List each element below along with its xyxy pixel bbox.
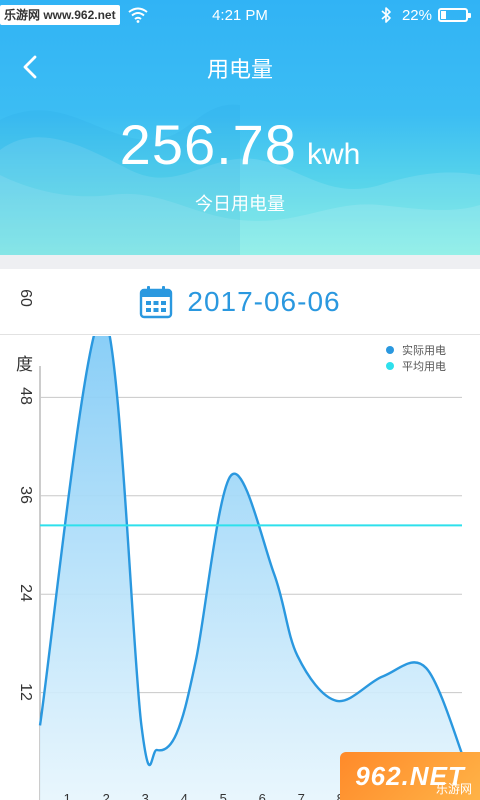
x-tick-label: 2 <box>102 791 110 800</box>
battery-percent: 22% <box>401 6 432 24</box>
usage-value: 256.78 <box>119 113 297 176</box>
y-tick-label: 12 <box>17 682 34 701</box>
date-selector[interactable]: 2017-06-06 <box>0 269 480 335</box>
legend-label-average: 平均用电 <box>402 361 446 373</box>
legend-marker-actual <box>386 346 394 354</box>
calendar-icon <box>140 285 173 318</box>
y-axis-unit: 度 <box>16 355 33 374</box>
page-title: 用电量 <box>206 57 273 82</box>
app-screen: 用电量 256.78 kwh 今日用电量 乐游网 www.962.net 4:21… <box>0 0 480 800</box>
header: 用电量 256.78 kwh 今日用电量 <box>0 0 480 255</box>
site-logo-subtext: 乐游网 <box>435 782 472 796</box>
section-divider <box>0 255 480 269</box>
battery-icon <box>438 8 471 22</box>
y-tick-label: 24 <box>17 584 34 603</box>
x-tick-label: 1 <box>63 791 71 800</box>
y-tick-label: 36 <box>17 485 34 504</box>
x-tick-label: 3 <box>141 791 149 800</box>
x-tick-label: 5 <box>219 791 227 800</box>
status-right: 22% <box>380 6 471 24</box>
usage-unit: kwh <box>306 138 361 171</box>
x-tick-label: 4 <box>180 791 188 800</box>
date-label: 2017-06-06 <box>187 285 341 317</box>
y-tick-label: 48 <box>17 387 34 406</box>
chart-legend: 实际用电 平均用电 <box>386 342 446 374</box>
usage-caption: 今日用电量 <box>195 194 285 214</box>
site-logo-badge: 962.NET 乐游网 <box>340 752 480 800</box>
legend-item-actual: 实际用电 <box>386 342 446 358</box>
usage-total: 256.78 kwh <box>0 112 480 177</box>
usage-chart-plot <box>38 336 467 800</box>
y-tick-label: 60 <box>17 289 34 307</box>
usage-chart: 度 实际用电 平均用电 12243648601234567891011 <box>0 289 480 800</box>
status-bar: 乐游网 www.962.net 4:21 PM 22% <box>0 0 480 32</box>
x-tick-label: 6 <box>258 791 266 800</box>
actual-usage-area <box>40 336 466 800</box>
legend-item-average: 平均用电 <box>386 358 446 374</box>
battery-level-fill <box>441 11 446 19</box>
legend-marker-average <box>386 362 394 370</box>
bluetooth-icon <box>381 7 391 23</box>
x-tick-label: 7 <box>297 791 305 800</box>
legend-label-actual: 实际用电 <box>402 345 446 357</box>
